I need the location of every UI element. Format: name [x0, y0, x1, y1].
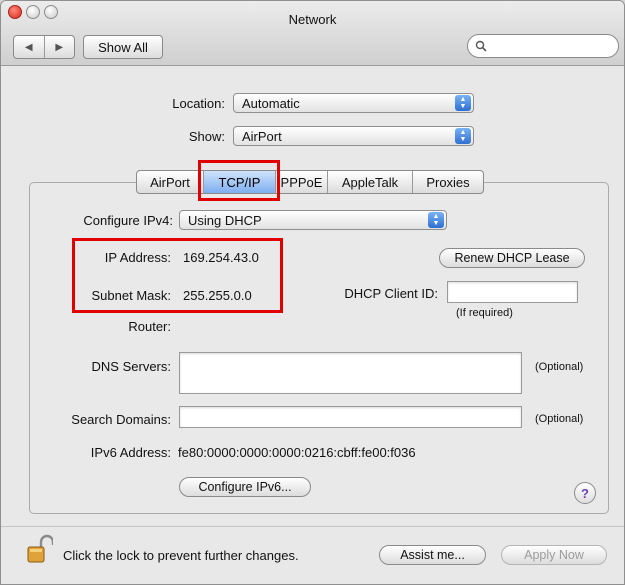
renew-dhcp-lease-button[interactable]: Renew DHCP Lease — [439, 248, 585, 268]
tab-airport[interactable]: AirPort — [137, 171, 204, 193]
dhcp-client-id-label: DHCP Client ID: — [344, 286, 438, 301]
lock-message: Click the lock to prevent further change… — [63, 548, 299, 563]
popup-arrows-icon: ▲ ▼ — [428, 212, 444, 228]
router-label: Router: — [128, 319, 171, 334]
assist-me-button[interactable]: Assist me... — [379, 545, 486, 565]
tab-appletalk[interactable]: AppleTalk — [328, 171, 413, 193]
ipv6-address-label: IPv6 Address: — [90, 445, 171, 460]
titlebar: Network ◀ ▶ Show All — [1, 1, 624, 66]
search-icon — [475, 40, 487, 52]
help-icon[interactable]: ? — [574, 482, 596, 504]
show-label: Show: — [188, 129, 225, 144]
search-input[interactable] — [487, 38, 611, 54]
apply-now-button[interactable]: Apply Now — [501, 545, 607, 565]
subnet-mask-label: Subnet Mask: — [91, 288, 172, 303]
search-domains-field[interactable] — [179, 406, 522, 428]
search-field[interactable] — [467, 34, 619, 58]
show-all-button[interactable]: Show All — [83, 35, 163, 59]
configure-ipv4-value: Using DHCP — [188, 212, 262, 228]
configure-ipv6-button[interactable]: Configure IPv6... — [179, 477, 311, 497]
show-value: AirPort — [242, 128, 282, 144]
search-domains-optional-note: (Optional) — [535, 413, 584, 425]
window-title: Network — [288, 12, 337, 27]
location-value: Automatic — [242, 95, 300, 111]
search-domains-label: Search Domains: — [71, 412, 171, 427]
show-popup[interactable]: AirPort ▲ ▼ — [233, 126, 474, 146]
tab-pppoe[interactable]: PPPoE — [276, 171, 328, 193]
dns-optional-note: (Optional) — [535, 361, 584, 373]
nav-back-forward: ◀ ▶ — [13, 35, 75, 59]
popup-arrows-icon: ▲ ▼ — [455, 128, 471, 144]
if-required-note: (If required) — [456, 307, 513, 319]
back-arrow-icon[interactable]: ◀ — [14, 36, 45, 58]
tab-bar: AirPort TCP/IP PPPoE AppleTalk Proxies — [136, 170, 484, 194]
popup-arrows-icon: ▲ ▼ — [455, 95, 471, 111]
location-popup[interactable]: Automatic ▲ ▼ — [233, 93, 474, 113]
location-label: Location: — [172, 96, 225, 111]
dns-servers-field[interactable] — [179, 352, 522, 394]
configure-ipv4-popup[interactable]: Using DHCP ▲ ▼ — [179, 210, 447, 230]
ipv6-address-value: fe80:0000:0000:0000:0216:cbff:fe00:f036 — [178, 445, 416, 460]
highlight-box-tcpip — [198, 160, 280, 201]
ip-address-label: IP Address: — [104, 250, 171, 265]
dns-servers-label: DNS Servers: — [91, 359, 171, 374]
ip-address-value: 169.254.43.0 — [183, 250, 259, 265]
dhcp-client-id-field[interactable] — [447, 281, 578, 303]
lock-icon[interactable] — [27, 534, 53, 564]
network-window: Network ◀ ▶ Show All Location: Automatic… — [0, 0, 625, 585]
forward-arrow-icon[interactable]: ▶ — [45, 36, 75, 58]
subnet-mask-value: 255.255.0.0 — [183, 288, 252, 303]
tab-panel — [29, 182, 609, 514]
tab-proxies[interactable]: Proxies — [413, 171, 483, 193]
footer-separator — [1, 526, 624, 527]
configure-ipv4-label: Configure IPv4: — [83, 213, 173, 228]
